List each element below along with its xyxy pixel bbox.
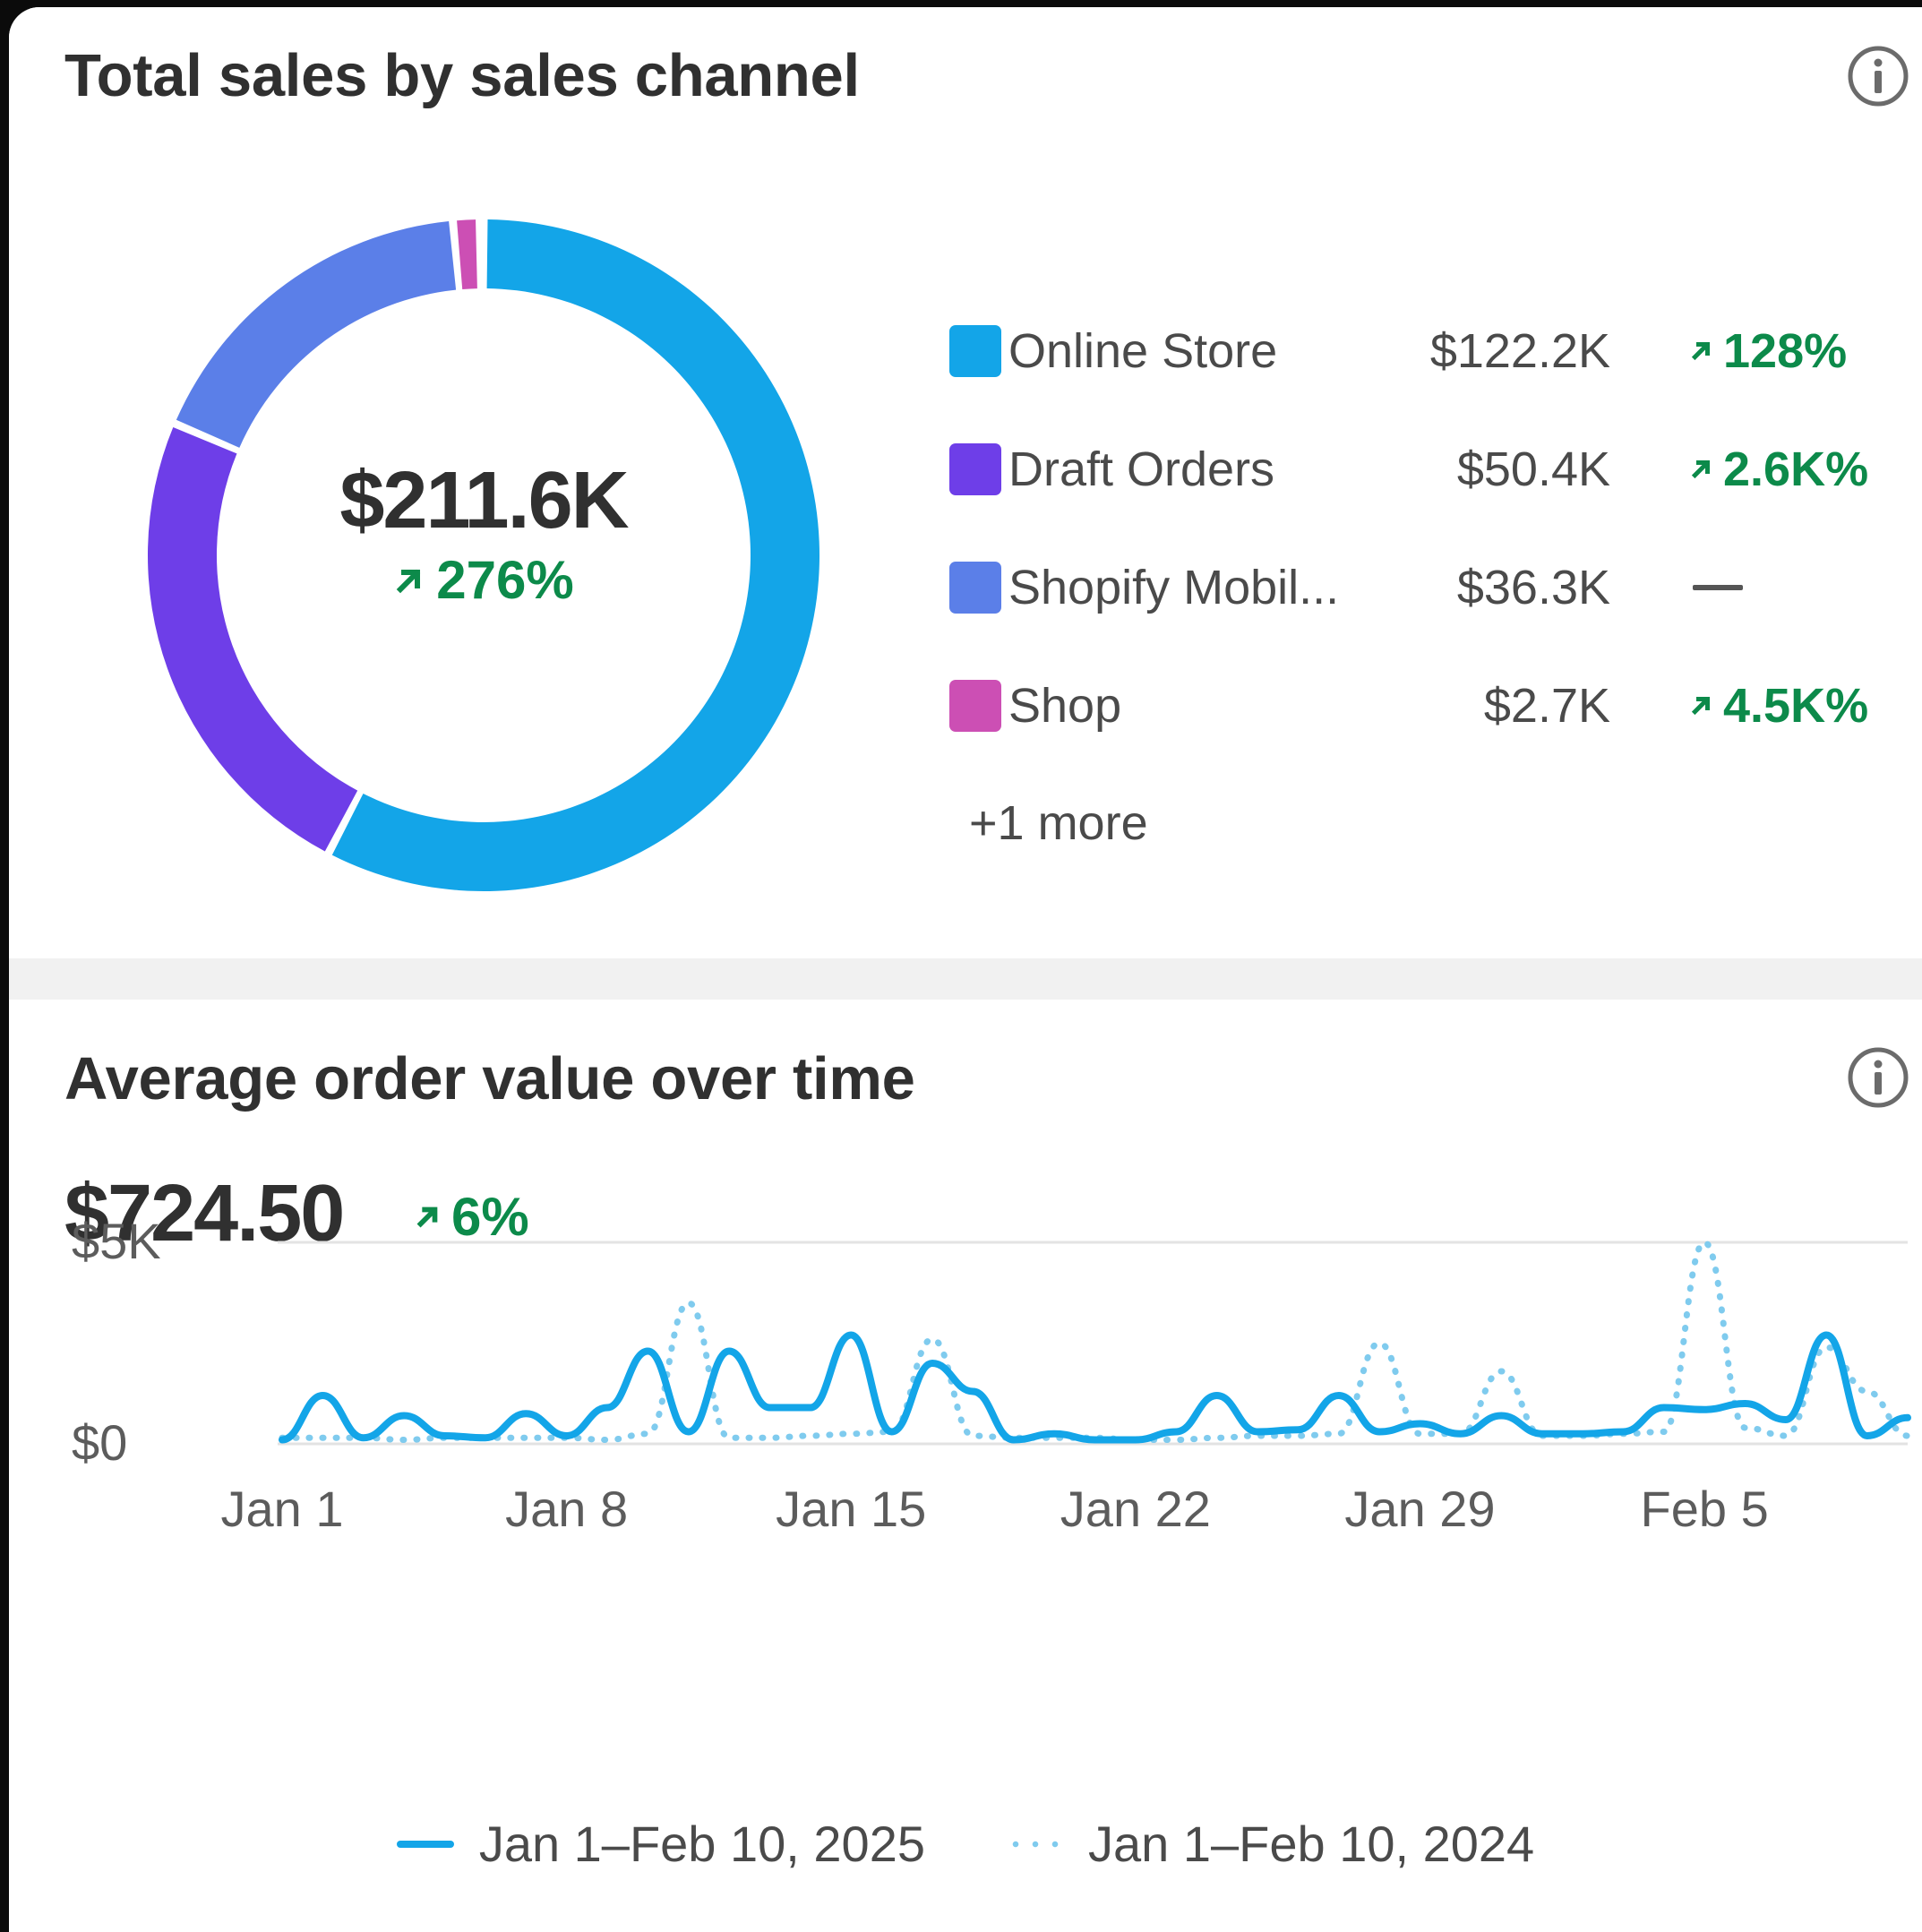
legend-row-shop[interactable]: Shop $2.7K 4.5K% [949, 647, 1872, 765]
legend-swatch [949, 562, 1001, 614]
legend-swatch [949, 680, 1001, 732]
channel-name: Shopify Mobil... [1008, 561, 1340, 614]
dotted-line-swatch [1006, 1840, 1063, 1848]
donut-slice-shopify-mobil[interactable] [176, 221, 457, 448]
legend-row-draft-orders[interactable]: Draft Orders $50.4K 2.6K% [949, 410, 1872, 528]
no-change-dash [1693, 585, 1743, 590]
line-chart-legend: Jan 1–Feb 10, 2025 Jan 1–Feb 10, 2024 [9, 1815, 1922, 1873]
legend-item-current[interactable]: Jan 1–Feb 10, 2025 [396, 1815, 925, 1873]
channel-change-value: 4.5K% [1723, 679, 1869, 733]
donut-slice-draft-orders[interactable] [147, 427, 358, 852]
channel-change-value: 2.6K% [1723, 442, 1869, 496]
page: Total sales by sales channel $211.6K 276… [9, 7, 1922, 1932]
solid-line-swatch [396, 1840, 454, 1848]
x-tick-label: Jan 1 [221, 1481, 344, 1537]
channel-change: 4.5K% [1687, 678, 1868, 734]
channel-legend: Online Store $122.2K 128% Draft Orders $… [949, 292, 1872, 765]
legend-item-previous[interactable]: Jan 1–Feb 10, 2024 [1006, 1815, 1534, 1873]
channel-name: Shop [1008, 679, 1122, 733]
channel-name: Draft Orders [1008, 442, 1275, 496]
donut-chart: $211.6K 276% [143, 215, 824, 896]
donut-slice-shop[interactable] [457, 219, 477, 289]
channel-change-value: 128% [1723, 324, 1848, 378]
series-line-current [279, 1331, 1911, 1444]
aov-line-chart: $5K $0 Jan 1 Jan 8 Jan 15 Jan 22 Jan 29 Feb 5 [72, 1213, 1911, 1537]
info-icon[interactable] [1847, 45, 1909, 107]
channel-change: 128% [1687, 323, 1847, 379]
more-channels-link[interactable]: +1 more [969, 795, 1148, 851]
arrow-up-right-icon [1691, 342, 1710, 361]
arrow-up-right-icon [1691, 697, 1710, 716]
arrow-up-right-icon [1691, 460, 1710, 479]
channel-value: $2.7K [1483, 679, 1610, 733]
legend-swatch [949, 443, 1001, 495]
legend-label-current: Jan 1–Feb 10, 2025 [478, 1816, 925, 1872]
legend-row-shopify-mobile[interactable]: Shopify Mobil... $36.3K [949, 528, 1872, 647]
x-tick-label: Feb 5 [1641, 1481, 1769, 1537]
x-tick-label: Jan 29 [1344, 1481, 1495, 1537]
x-tick-label: Jan 22 [1060, 1481, 1211, 1537]
donut-slice-online-store[interactable] [331, 219, 819, 892]
aov-card: Average order value over time $724.50 6%… [9, 1000, 1922, 1932]
x-tick-label: Jan 8 [505, 1481, 628, 1537]
legend-swatch [949, 325, 1001, 377]
channel-value: $36.3K [1456, 561, 1610, 614]
legend-label-previous: Jan 1–Feb 10, 2024 [1088, 1816, 1535, 1872]
channel-change: 2.6K% [1687, 442, 1868, 497]
x-tick-label: Jan 15 [776, 1481, 926, 1537]
card-title: Total sales by sales channel [64, 42, 860, 109]
legend-row-online-store[interactable]: Online Store $122.2K 128% [949, 292, 1872, 410]
channel-value: $122.2K [1429, 324, 1610, 378]
y-tick-label: $5K [72, 1213, 161, 1269]
sales-by-channel-card: Total sales by sales channel $211.6K 276… [9, 7, 1922, 958]
channel-value: $50.4K [1456, 442, 1610, 496]
channel-name: Online Store [1008, 324, 1278, 378]
y-tick-label: $0 [72, 1414, 127, 1471]
